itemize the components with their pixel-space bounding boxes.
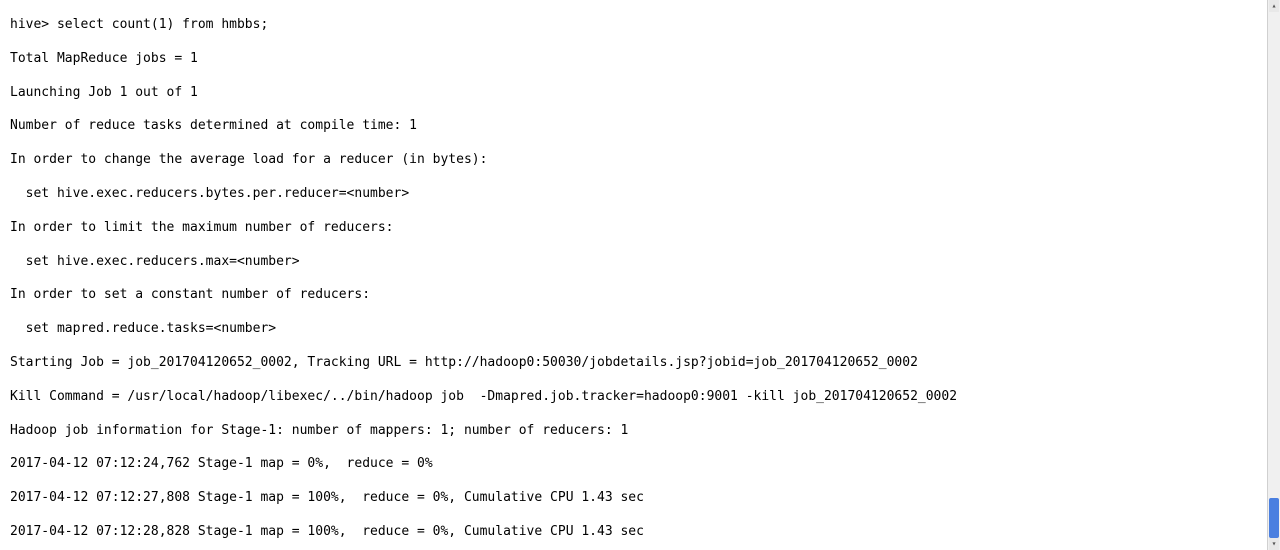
output-line: set mapred.reduce.tasks=<number> bbox=[10, 321, 1268, 338]
output-line: In order to change the average load for … bbox=[10, 152, 1268, 169]
output-line: Hadoop job information for Stage-1: numb… bbox=[10, 423, 1268, 440]
output-line: Number of reduce tasks determined at com… bbox=[10, 118, 1268, 135]
output-line: set hive.exec.reducers.bytes.per.reducer… bbox=[10, 186, 1268, 203]
output-line: 2017-04-12 07:12:27,808 Stage-1 map = 10… bbox=[10, 490, 1268, 507]
output-line: In order to set a constant number of red… bbox=[10, 287, 1268, 304]
output-line: Kill Command = /usr/local/hadoop/libexec… bbox=[10, 389, 1268, 406]
output-line: Starting Job = job_201704120652_0002, Tr… bbox=[10, 355, 1268, 372]
output-line: In order to limit the maximum number of … bbox=[10, 220, 1268, 237]
output-line: set hive.exec.reducers.max=<number> bbox=[10, 254, 1268, 271]
scroll-down-button[interactable]: ▾ bbox=[1269, 538, 1279, 550]
output-line: Launching Job 1 out of 1 bbox=[10, 85, 1268, 102]
scroll-up-button[interactable]: ▴ bbox=[1269, 0, 1279, 12]
output-line: 2017-04-12 07:12:24,762 Stage-1 map = 0%… bbox=[10, 456, 1268, 473]
output-line: 2017-04-12 07:12:28,828 Stage-1 map = 10… bbox=[10, 524, 1268, 541]
vertical-scrollbar[interactable]: ▴ ▾ bbox=[1267, 0, 1280, 550]
output-line: hive> select count(1) from hmbbs; bbox=[10, 17, 1268, 34]
output-line: Total MapReduce jobs = 1 bbox=[10, 51, 1268, 68]
scrollbar-thumb[interactable] bbox=[1269, 498, 1279, 538]
terminal-output: hive> select count(1) from hmbbs; Total … bbox=[0, 0, 1268, 550]
